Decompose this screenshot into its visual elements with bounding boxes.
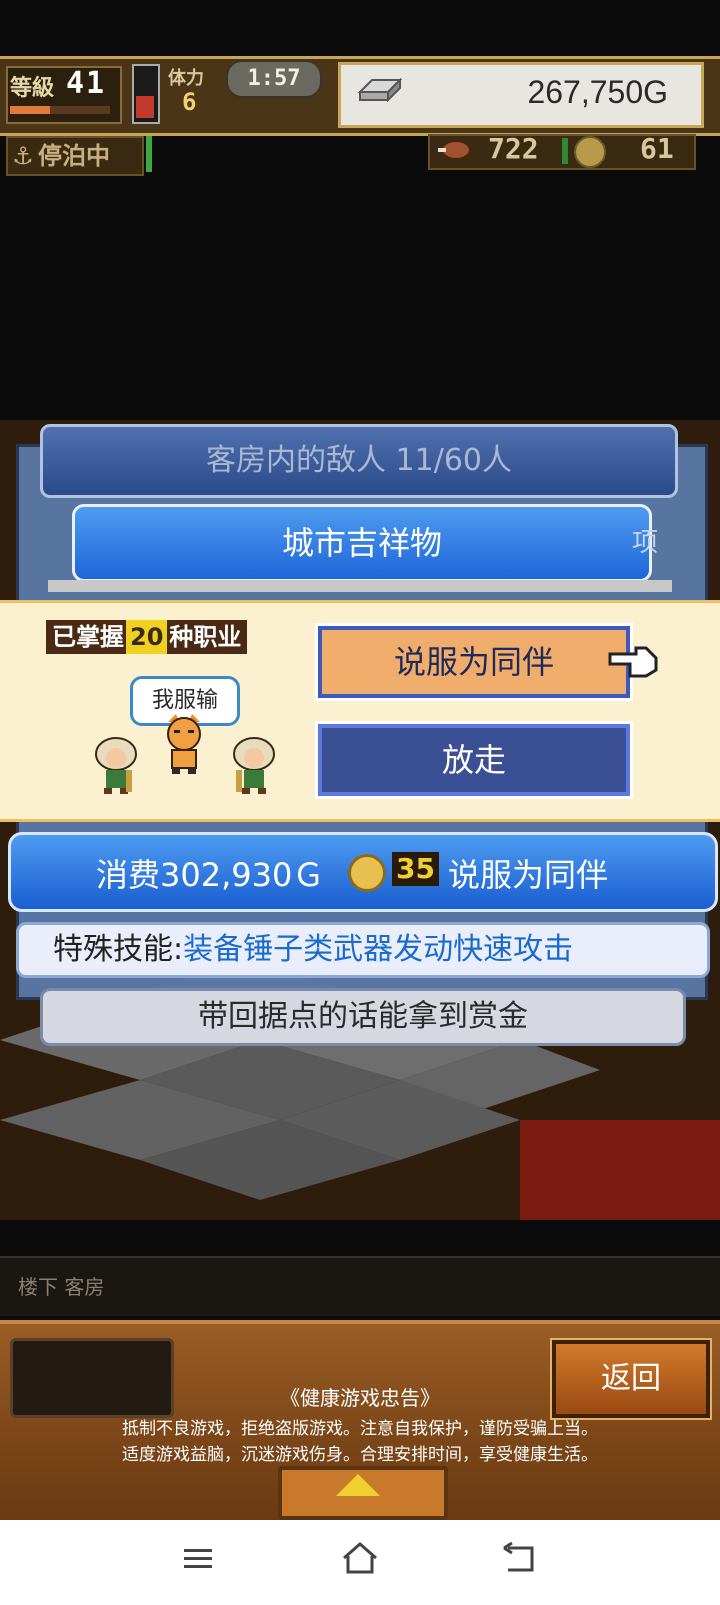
mastered-prefix: 已掌握 — [52, 623, 124, 651]
medal-cost: 35 — [392, 852, 439, 886]
explorer-character-right — [233, 737, 275, 794]
pointing-hand-icon — [608, 646, 658, 678]
skill-value: 装备锤子类武器发动快速攻击 — [183, 932, 574, 967]
special-skill-bar: 特殊技能:装备锤子类武器发动快速攻击 — [16, 922, 710, 978]
location-label: 楼下 客房 — [18, 1275, 105, 1299]
exp-bar-fill — [10, 106, 50, 114]
cost-prefix: 消费302,930Ｇ — [96, 856, 325, 894]
stamina-timer: 1:57 — [226, 60, 322, 98]
bounty-note: 带回据点的话能拿到赏金 — [40, 988, 686, 1046]
stamina-value: 6 — [182, 88, 197, 116]
mascot-title: 城市吉祥物 — [72, 504, 652, 582]
mastered-jobs-label: 已掌握 20 种职业 — [46, 620, 248, 654]
coin-count: 61 — [640, 132, 674, 165]
mastered-count: 20 — [126, 620, 168, 654]
level-value: 41 — [66, 66, 107, 101]
health-advice-line1: 抵制不良游戏，拒绝盗版游戏。注意自我保护，谨防受骗上当。 — [122, 1419, 598, 1439]
side-hint: 项 — [632, 528, 659, 558]
health-advice-title: 《健康游戏忠告》 — [280, 1386, 440, 1410]
docked-label: 停泊中 — [38, 142, 110, 170]
stamina-gauge-fill — [136, 96, 154, 118]
menu-icon[interactable] — [182, 1545, 214, 1573]
gold-amount: 267,750G — [527, 74, 668, 110]
red-rug — [520, 1120, 720, 1220]
skill-label: 特殊技能: — [53, 932, 184, 967]
stamina-label: 体力 — [168, 68, 204, 89]
location-bar: 楼下 客房 — [0, 1256, 720, 1316]
meat-icon — [438, 140, 471, 160]
level-label: 等級 — [10, 76, 55, 101]
cost-suffix: 说服为同伴 — [448, 856, 609, 894]
release-button[interactable]: 放走 — [315, 721, 633, 799]
medal-coin-icon — [348, 854, 386, 892]
persuade-button[interactable]: 说服为同伴 — [315, 623, 633, 701]
home-icon[interactable] — [340, 1540, 380, 1576]
enemy-list-strip — [48, 580, 672, 592]
meat-count: 722 — [488, 132, 539, 165]
mastered-suffix: 种职业 — [169, 623, 242, 651]
up-arrow-icon — [336, 1474, 380, 1496]
anchor-icon: ⚓ — [12, 142, 34, 170]
tiger-enemy-character — [167, 714, 201, 774]
health-advice-line2: 适度游戏益脑，沉迷游戏伤身。合理安排时间，享受健康生活。 — [122, 1445, 598, 1465]
gold-bar-icon — [357, 77, 403, 102]
resource-separator — [562, 138, 568, 164]
docked-status: ⚓ 停泊中 — [6, 136, 144, 176]
coin-icon — [574, 136, 606, 168]
docked-indicator — [146, 136, 152, 172]
explorer-character-left — [95, 737, 137, 794]
back-icon[interactable] — [502, 1542, 536, 1574]
enemies-title: 客房内的敌人 11/60人 — [40, 424, 678, 498]
